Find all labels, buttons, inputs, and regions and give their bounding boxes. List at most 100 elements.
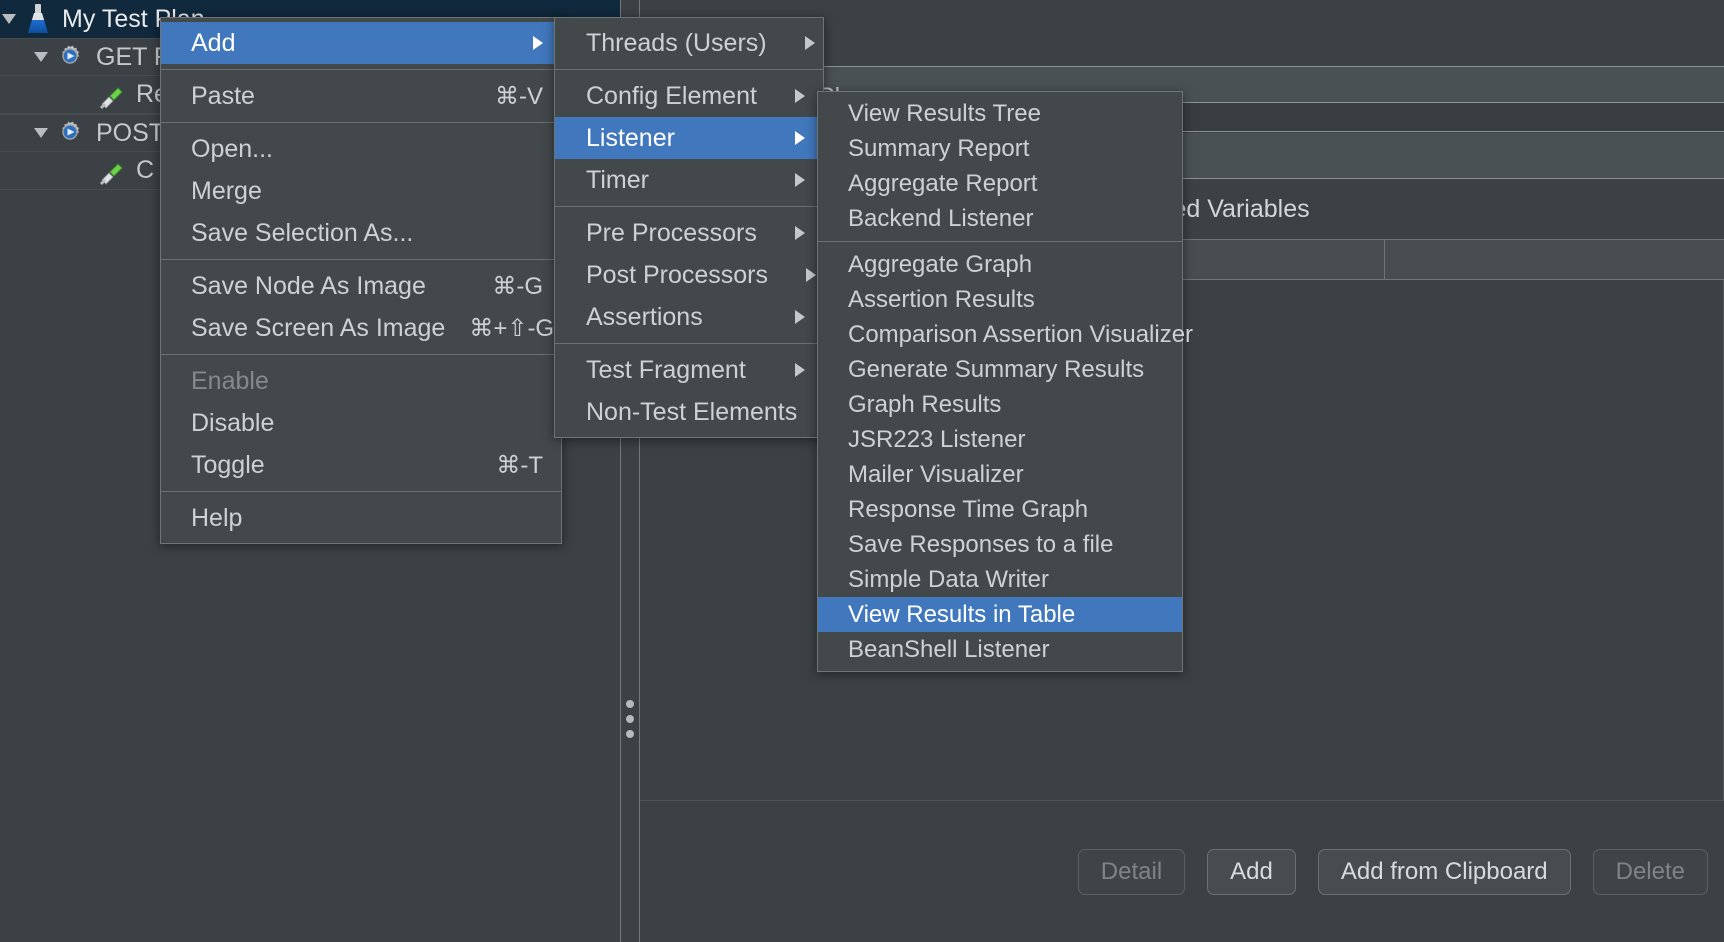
pipette-icon: [96, 80, 126, 110]
chevron-right-icon: [795, 131, 805, 145]
tree-context-menu[interactable]: Add Paste ⌘-V Open... Merge Save Selecti…: [160, 17, 562, 544]
menu-label: Aggregate Graph: [848, 250, 1033, 278]
menu-item-assertions[interactable]: Assertions: [555, 296, 823, 338]
menu-label: BeanShell Listener: [848, 635, 1050, 663]
menu-separator: [161, 122, 561, 123]
menu-item-graph-results[interactable]: Graph Results: [818, 387, 1182, 422]
menu-item-simple-data-writer[interactable]: Simple Data Writer: [818, 562, 1182, 597]
menu-item-disable[interactable]: Disable: [161, 402, 561, 444]
menu-accelerator: ⌘-T: [496, 451, 543, 479]
menu-item-aggregate-graph[interactable]: Aggregate Graph: [818, 247, 1182, 282]
add-button[interactable]: Add: [1207, 848, 1296, 895]
menu-label: Generate Summary Results: [848, 355, 1145, 383]
splitter-grip-icon[interactable]: [626, 700, 634, 738]
menu-item-open[interactable]: Open...: [161, 128, 561, 170]
menu-item-comparison-assertion-visualizer[interactable]: Comparison Assertion Visualizer: [818, 317, 1193, 352]
menu-label: Add: [191, 28, 236, 57]
menu-label: Assertion Results: [848, 285, 1035, 313]
menu-label: Backend Listener: [848, 204, 1034, 232]
menu-item-add[interactable]: Add: [161, 22, 561, 64]
menu-item-toggle[interactable]: Toggle ⌘-T: [161, 444, 561, 486]
menu-item-aggregate-report[interactable]: Aggregate Report: [818, 166, 1182, 201]
menu-label: Aggregate Report: [848, 169, 1038, 197]
tree-node-label: POST: [96, 118, 165, 147]
menu-label: Simple Data Writer: [848, 565, 1049, 593]
menu-label: Help: [191, 503, 243, 532]
menu-separator: [555, 343, 823, 344]
menu-label: Mailer Visualizer: [848, 460, 1024, 488]
menu-item-beanshell-listener[interactable]: BeanShell Listener: [818, 632, 1182, 667]
menu-item-view-results-tree[interactable]: View Results Tree: [818, 96, 1182, 131]
menu-separator: [161, 259, 561, 260]
menu-item-timer[interactable]: Timer: [555, 159, 823, 201]
http-sampler-icon: [56, 42, 86, 72]
menu-item-generate-summary-results[interactable]: Generate Summary Results: [818, 352, 1182, 387]
chevron-right-icon: [804, 36, 815, 50]
menu-item-response-time-graph[interactable]: Response Time Graph: [818, 492, 1182, 527]
menu-item-test-fragment[interactable]: Test Fragment: [555, 349, 823, 391]
menu-label: Pre Processors: [586, 218, 757, 247]
flask-icon: [24, 4, 52, 34]
udv-button-bar: Detail Add Add from Clipboard Delete: [640, 800, 1724, 942]
menu-separator: [818, 241, 1182, 242]
jmeter-window: My Test Plan GET R Re POST C Variables D…: [0, 0, 1724, 942]
menu-separator: [161, 354, 561, 355]
menu-label: View Results Tree: [848, 99, 1041, 127]
menu-item-post-processors[interactable]: Post Processors: [555, 254, 823, 296]
menu-separator: [161, 491, 561, 492]
menu-accelerator: ⌘+⇧-G: [469, 314, 555, 342]
menu-label: Enable: [191, 366, 269, 395]
chevron-right-icon: [795, 89, 805, 103]
menu-item-listener[interactable]: Listener: [555, 117, 823, 159]
menu-item-paste[interactable]: Paste ⌘-V: [161, 75, 561, 117]
menu-separator: [555, 69, 823, 70]
menu-item-backend-listener[interactable]: Backend Listener: [818, 201, 1182, 236]
menu-item-non-test-elements[interactable]: Non-Test Elements: [555, 391, 846, 433]
delete-button[interactable]: Delete: [1592, 848, 1708, 895]
menu-label: JSR223 Listener: [848, 425, 1026, 453]
menu-label: Merge: [191, 176, 262, 205]
menu-item-enable: Enable: [161, 360, 561, 402]
menu-label: Toggle: [191, 450, 265, 479]
menu-label: Post Processors: [586, 260, 769, 289]
menu-item-pre-processors[interactable]: Pre Processors: [555, 212, 823, 254]
listener-submenu[interactable]: View Results Tree Summary Report Aggrega…: [817, 91, 1193, 672]
chevron-right-icon: [806, 268, 817, 282]
menu-label: View Results in Table: [848, 600, 1076, 628]
menu-label: Assertions: [586, 302, 703, 331]
menu-item-assertion-results[interactable]: Assertion Results: [818, 282, 1182, 317]
menu-label: Timer: [586, 165, 649, 194]
menu-label: Save Screen As Image: [191, 313, 446, 342]
menu-label: Listener: [586, 123, 675, 152]
chevron-right-icon: [795, 173, 805, 187]
menu-item-help[interactable]: Help: [161, 497, 561, 539]
menu-item-save-screen-as-image[interactable]: Save Screen As Image ⌘+⇧-G: [161, 307, 561, 349]
add-submenu[interactable]: Threads (Users) Config Element Listener …: [554, 17, 846, 438]
menu-item-jsr223-listener[interactable]: JSR223 Listener: [818, 422, 1182, 457]
chevron-down-icon[interactable]: [2, 14, 16, 24]
menu-label: Non-Test Elements: [586, 397, 798, 426]
menu-item-config-element[interactable]: Config Element: [555, 75, 823, 117]
menu-item-threads-users[interactable]: Threads (Users): [555, 22, 823, 64]
menu-item-save-node-as-image[interactable]: Save Node As Image ⌘-G: [161, 265, 561, 307]
menu-label: Save Node As Image: [191, 271, 426, 300]
menu-item-mailer-visualizer[interactable]: Mailer Visualizer: [818, 457, 1182, 492]
menu-label: Threads (Users): [586, 28, 767, 57]
menu-separator: [555, 206, 823, 207]
menu-item-save-selection-as[interactable]: Save Selection As...: [161, 212, 561, 254]
chevron-right-icon: [533, 36, 543, 50]
menu-item-view-results-in-table[interactable]: View Results in Table: [818, 597, 1182, 632]
menu-accelerator: ⌘-V: [495, 82, 543, 110]
chevron-right-icon: [795, 363, 805, 377]
menu-label: Paste: [191, 81, 255, 110]
menu-label: Test Fragment: [586, 355, 746, 384]
detail-button[interactable]: Detail: [1077, 848, 1186, 895]
chevron-down-icon[interactable]: [34, 128, 48, 138]
menu-item-summary-report[interactable]: Summary Report: [818, 131, 1182, 166]
add-from-clipboard-button[interactable]: Add from Clipboard: [1317, 848, 1571, 895]
http-sampler-icon: [56, 118, 86, 148]
chevron-down-icon[interactable]: [34, 52, 48, 62]
menu-item-merge[interactable]: Merge: [161, 170, 561, 212]
menu-item-save-responses-to-a-file[interactable]: Save Responses to a file: [818, 527, 1182, 562]
menu-label: Response Time Graph: [848, 495, 1089, 523]
